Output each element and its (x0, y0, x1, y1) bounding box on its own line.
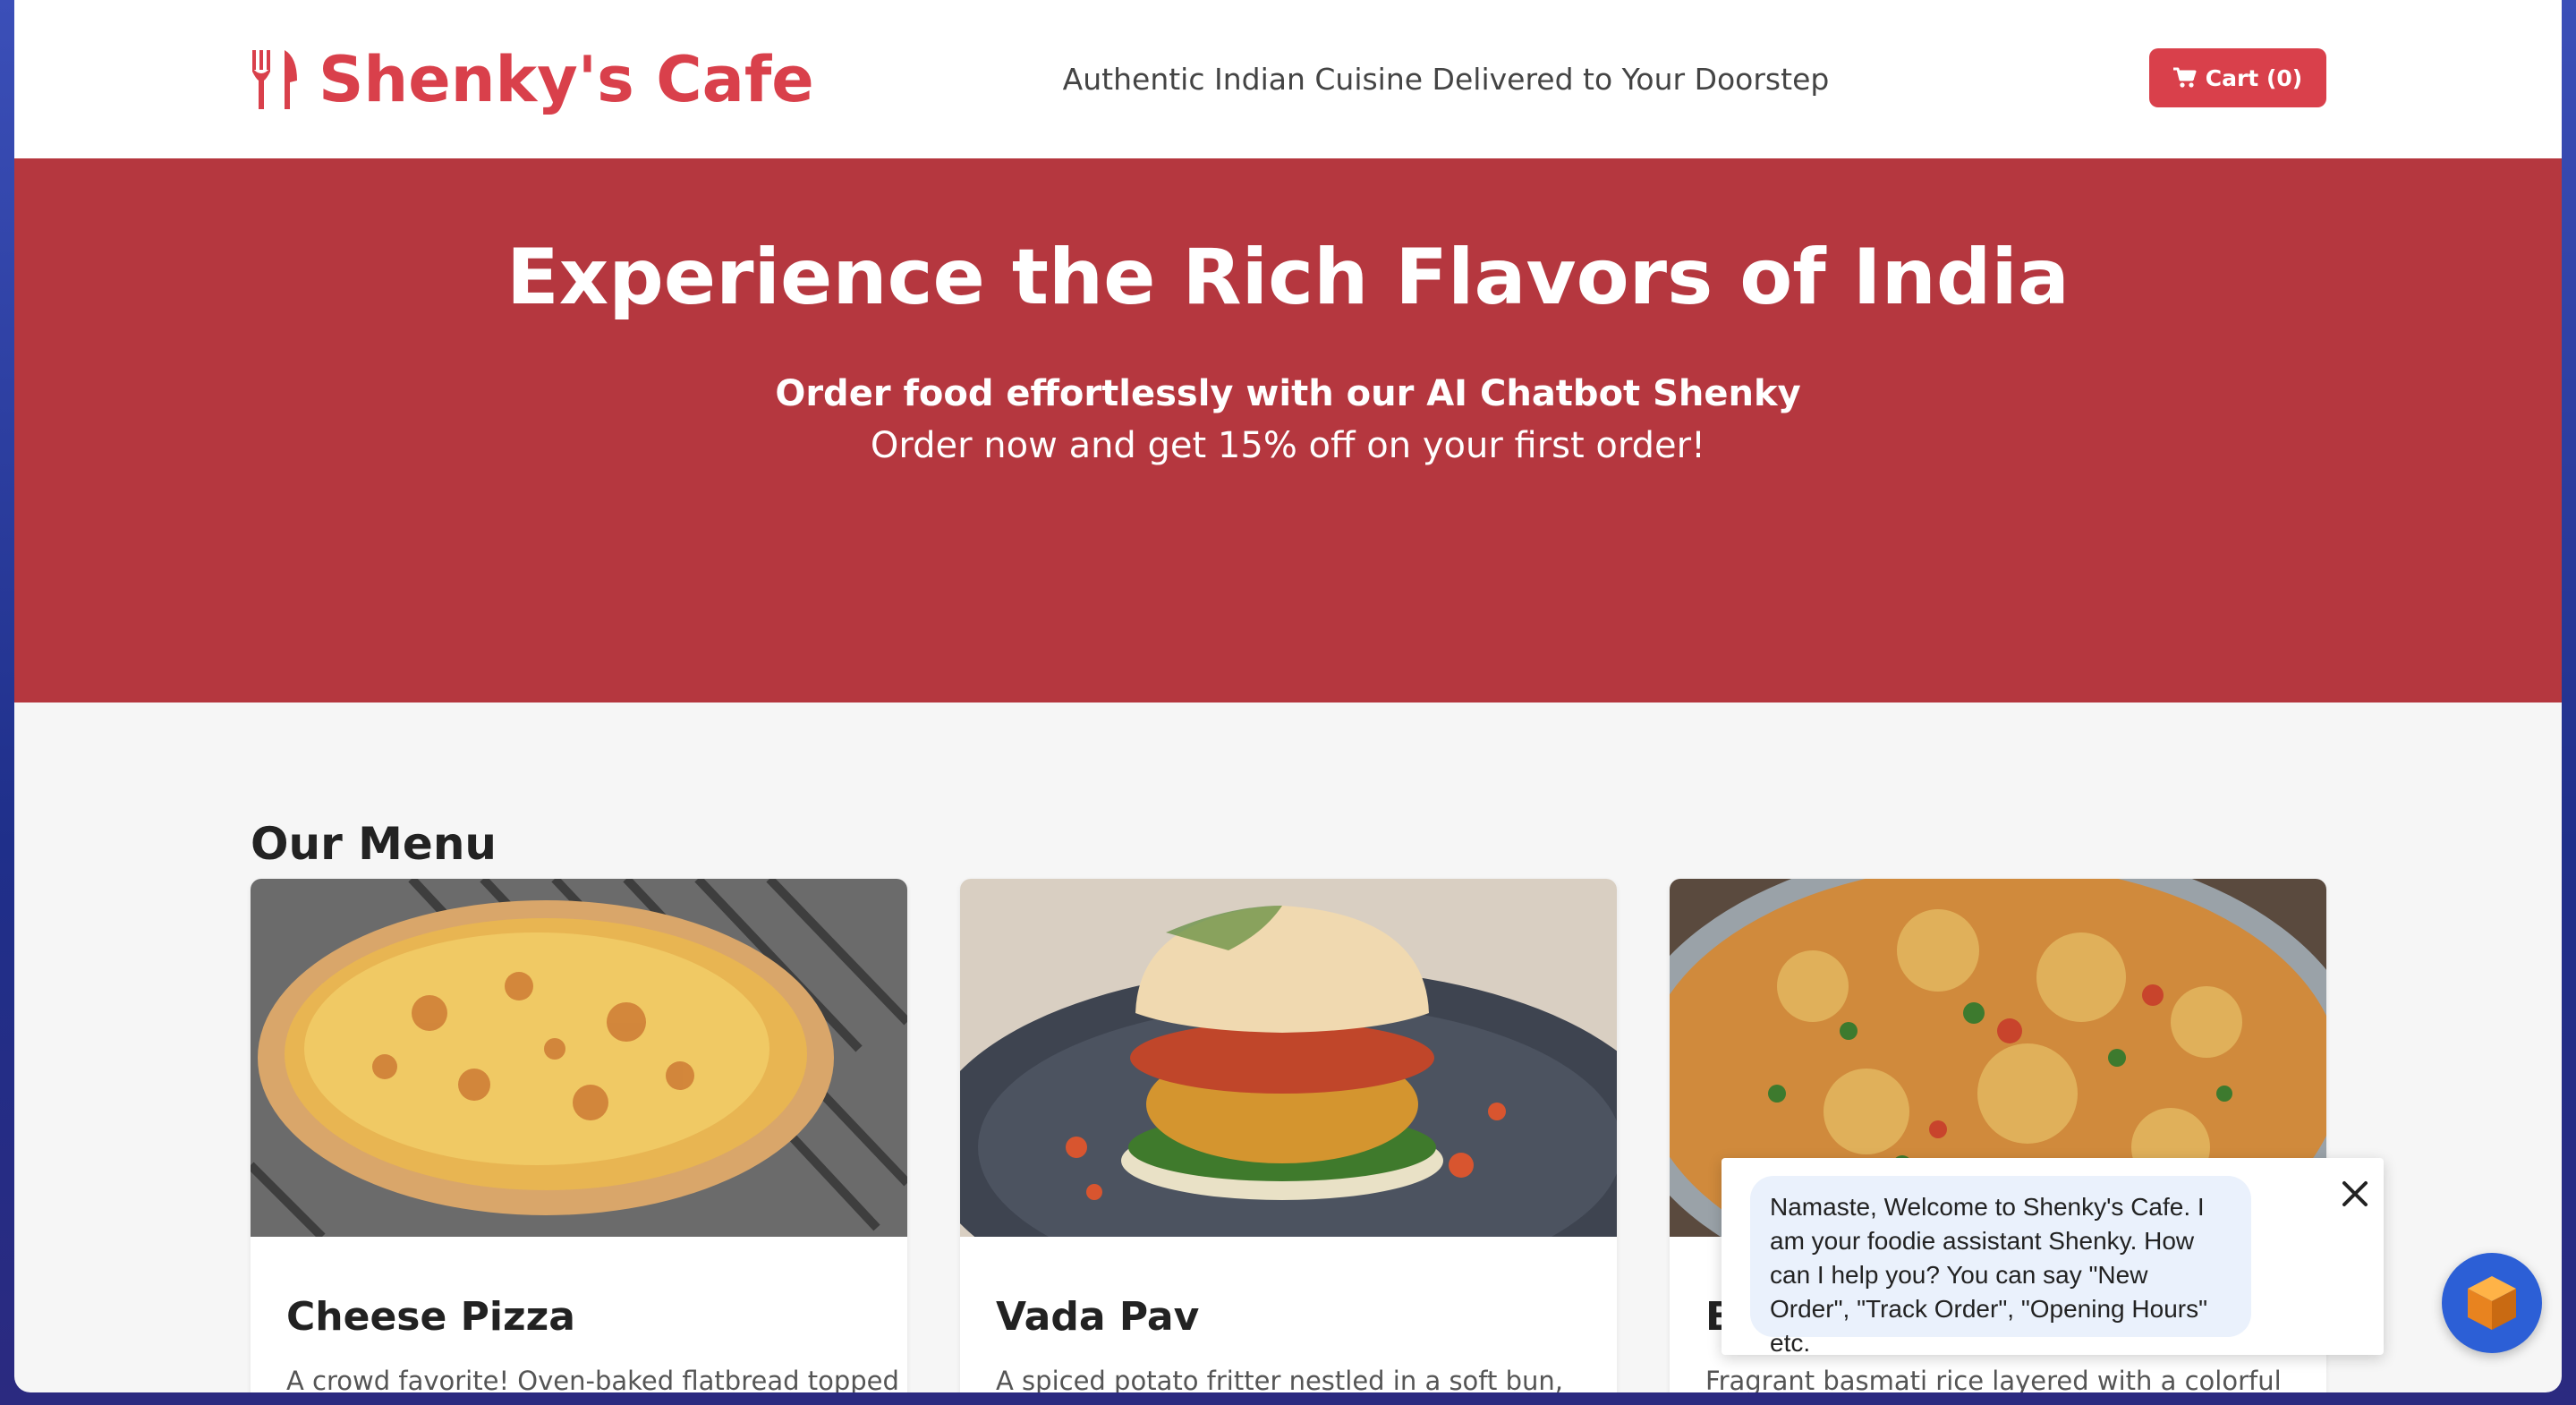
menu-item-cheese-pizza[interactable]: Cheese Pizza A crowd favorite! Oven-bake… (251, 879, 907, 1392)
menu-title: Our Menu (251, 818, 497, 870)
site-header: Shenky's Cafe Authentic Indian Cuisine D… (14, 0, 2562, 158)
menu-item-description: A spiced potato fritter nestled in a sof… (996, 1366, 1563, 1392)
chat-message: Namaste, Welcome to Shenky's Cafe. I am … (1750, 1176, 2251, 1357)
brand-logo[interactable]: Shenky's Cafe (249, 39, 814, 120)
hero-subtitle: Order food effortlessly with our AI Chat… (775, 373, 1801, 414)
chat-popup: Namaste, Welcome to Shenky's Cafe. I am … (1722, 1158, 2384, 1357)
menu-item-description: A crowd favorite! Oven-baked flatbread t… (286, 1366, 899, 1392)
hero-offer: Order now and get 15% off on your first … (870, 425, 1706, 466)
hero-banner: Experience the Rich Flavors of India Ord… (14, 158, 2562, 702)
menu-item-vada-pav[interactable]: Vada Pav A spiced potato fritter nestled… (960, 879, 1617, 1392)
cart-button[interactable]: Cart (0) (2149, 48, 2326, 107)
menu-item-name: Vada Pav (996, 1294, 1200, 1340)
menu-item-description: Fragrant basmati rice layered with a col… (1705, 1366, 2282, 1392)
tagline: Authentic Indian Cuisine Delivered to Yo… (1062, 62, 1830, 97)
shopping-cart-icon (2172, 67, 2197, 88)
menu-item-name: Cheese Pizza (286, 1294, 575, 1340)
fork-knife-icon (252, 50, 297, 109)
cheese-pizza-image (251, 879, 907, 1237)
vada-pav-image (960, 879, 1617, 1237)
chatbot-launcher-button[interactable] (2442, 1253, 2542, 1353)
cart-label: Cart (0) (2205, 64, 2303, 91)
close-icon[interactable] (2339, 1178, 2371, 1210)
cube-icon (2468, 1276, 2516, 1330)
browser-window: Shenky's Cafe Authentic Indian Cuisine D… (14, 0, 2562, 1392)
hero-title: Experience the Rich Flavors of India (506, 233, 2070, 322)
brand-name: Shenky's Cafe (319, 43, 814, 116)
